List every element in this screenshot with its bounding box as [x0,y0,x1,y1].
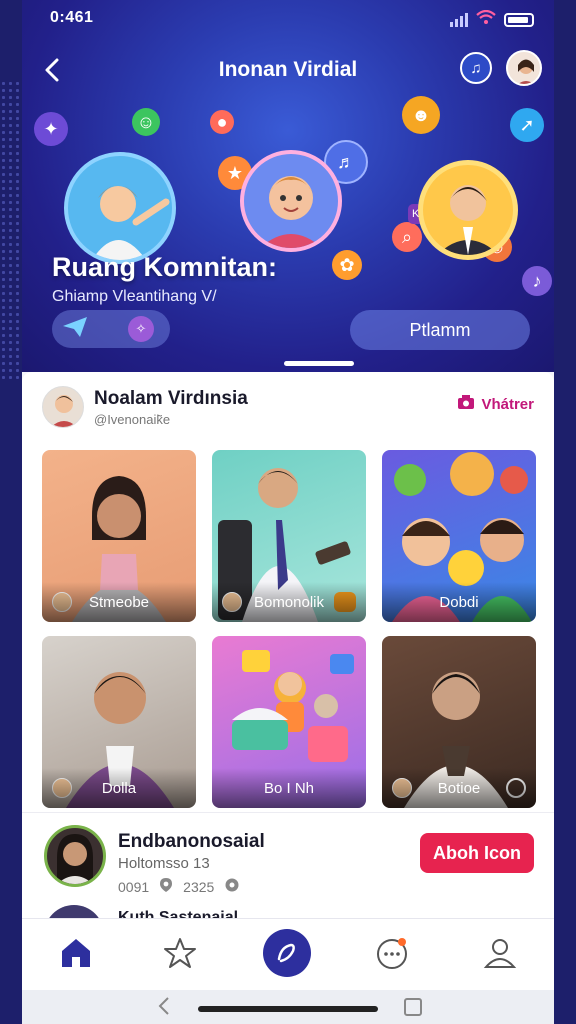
profile-avatar[interactable] [42,386,84,428]
profile-handle: @Ivenonaik̃e [94,412,171,427]
hero-action-button[interactable]: Ptlamm [350,310,530,350]
friend-stat-2: 2325 [183,878,215,895]
character-kid-circle [64,152,176,264]
nav-favorites[interactable] [160,933,200,973]
status-time: 0:461 [50,9,94,26]
video-tile[interactable]: Dolla [42,636,196,808]
star-icon [164,938,196,968]
emoji-bubble-icon: ☻ [402,96,440,134]
video-tile[interactable]: Bomonolik [212,450,366,622]
home-icon [62,939,90,967]
profile-name: Noalam Virdınsia [94,388,248,409]
tile-label: Dobdi [382,582,536,622]
watch-label: Vhátrer [481,395,534,413]
phone-screen: 0:461 Inonan Virdial ♫ ✦ ☺ ● ☻ ➚ ★ ♬ ⌕ ✿… [22,0,554,1024]
tile-label: Dolla [42,768,196,808]
chat-bubble-icon: ☺ [132,108,160,136]
status-bar: 0:461 [22,0,554,36]
nav-home[interactable] [56,933,96,973]
system-navigation-bar [22,990,554,1024]
sheet-handle[interactable] [284,361,354,366]
hero-banner: 0:461 Inonan Virdial ♫ ✦ ☺ ● ☻ ➚ ★ ♬ ⌕ ✿… [22,0,554,372]
tile-label: Stmeobe [42,582,196,622]
bottom-navigation [22,918,554,990]
home-gesture-bar[interactable] [198,1006,378,1012]
tile-label: Bo I Nh [212,768,366,808]
hero-subtitle: Ghiamp Vleantihang V/ [52,288,217,305]
battery-icon [504,12,534,27]
tile-label: Bomonolik [212,582,366,622]
video-tile[interactable]: Dobdi [382,450,536,622]
nav-profile[interactable] [480,933,520,973]
video-tile[interactable]: Bo I Nh [212,636,366,808]
friend-subtitle: Holtomsso 13 [118,855,210,872]
content-card: Noalam Virdınsia @Ivenonaik̃e Vhátrer St… [22,372,554,812]
hero-title: Ruang Komnitan: [52,252,277,282]
friend-name: Endbanonosaial [118,831,265,852]
video-tile[interactable]: Stmeobe [42,450,196,622]
paper-plane-icon [62,316,88,343]
friend-stat-1: 0091 [118,878,150,895]
background-dots [0,80,22,380]
profile-icon [483,939,517,968]
heart-bubble-icon: ● [210,110,234,134]
search-bubble-icon: ⌕ [392,222,422,252]
camera-icon [457,394,475,414]
sparkle-bubble-icon: ✦ [34,112,68,146]
system-back-icon[interactable] [156,996,172,1021]
sparkle-icon: ✧ [128,316,154,342]
gift-bubble-icon: ✿ [332,250,362,280]
friend-stats: 0091 2325 [118,877,240,896]
character-boy-circle [240,150,342,252]
music-button[interactable]: ♫ [460,52,492,84]
nav-messages[interactable] [372,933,412,973]
system-recents-icon[interactable] [404,998,422,1016]
friend-avatar[interactable] [44,825,106,887]
note-bubble-icon: ♪ [522,266,552,296]
friend-suggestion: Endbanonosaial Holtomsso 13 0091 2325 Ab… [22,812,554,935]
top-bar: Inonan Virdial ♫ [22,48,554,92]
edit-icon [277,943,295,963]
location-icon [159,877,173,896]
signal-icon [450,12,468,27]
nav-create[interactable] [263,929,311,977]
tile-label: Botioe [382,768,536,808]
wifi-icon [476,9,496,29]
arrow-bubble-icon: ➚ [510,108,544,142]
hero-shortcut-pill[interactable]: ✧ [52,310,170,348]
watch-link[interactable]: Vhátrer [457,394,534,414]
settings-icon [224,877,240,896]
add-friend-button[interactable]: Aboh Icon [420,833,534,873]
music-note-icon: ♫ [470,59,482,77]
video-tile[interactable]: Botioe [382,636,536,808]
user-avatar[interactable] [506,50,542,86]
profile-header: Noalam Virdınsia @Ivenonaik̃e Vhátrer [42,384,534,432]
character-man-circle [418,160,518,260]
status-icons [450,9,534,29]
chat-icon [377,938,407,969]
